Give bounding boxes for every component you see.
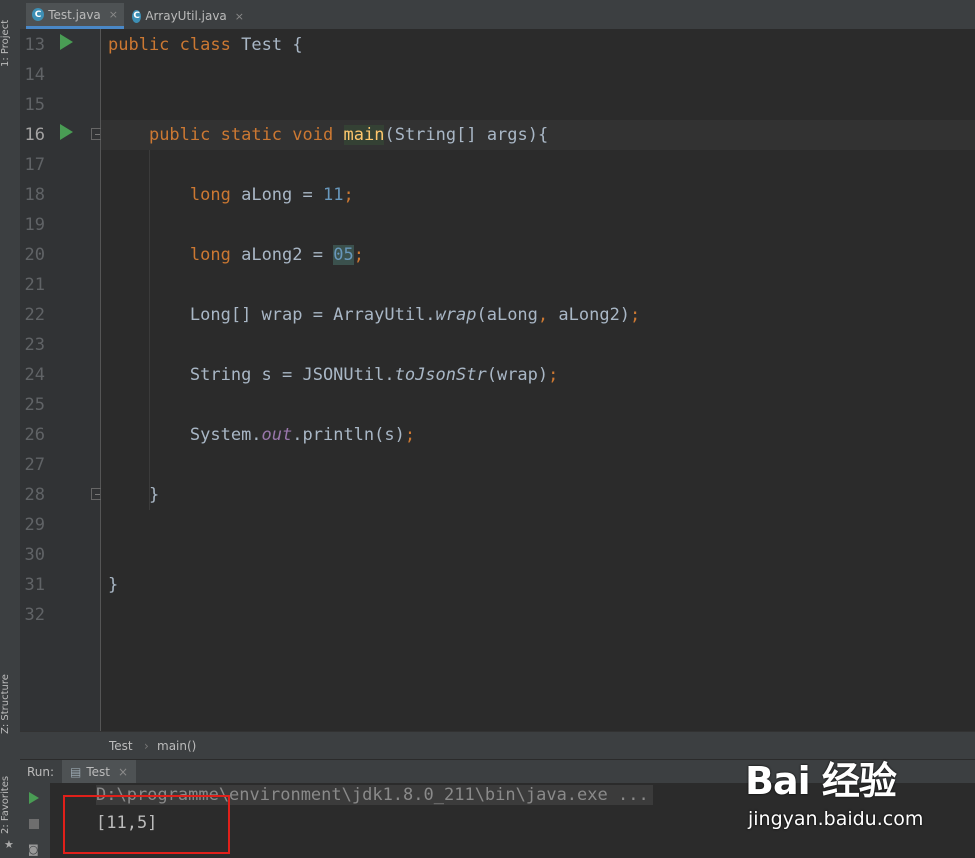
- run-main-icon[interactable]: [60, 124, 73, 140]
- code-editor[interactable]: public class Test { public static void m…: [101, 29, 975, 731]
- line-number: 30: [24, 545, 45, 565]
- line-number: 22: [24, 305, 45, 325]
- tab-test-java[interactable]: C Test.java ×: [26, 3, 124, 29]
- annotation-highlight-box: [63, 795, 230, 854]
- run-toolbar: ◙ ↑ ↓ ☰: [20, 783, 68, 858]
- code-line-18: long aLong = 11;: [189, 185, 354, 205]
- line-number: 24: [24, 365, 45, 385]
- editor-tab-bar: C Test.java × C ArrayUtil.java ×: [20, 0, 975, 30]
- code-line-24: String s = JSONUtil.toJsonStr(wrap);: [189, 365, 559, 385]
- line-number: 27: [24, 455, 45, 475]
- breadcrumb-class[interactable]: Test: [109, 732, 133, 760]
- line-number: 14: [24, 65, 45, 85]
- line-number: 18: [24, 185, 45, 205]
- line-number: 25: [24, 395, 45, 415]
- line-number: 17: [24, 155, 45, 175]
- code-line-31: }: [108, 575, 119, 595]
- line-number: 23: [24, 335, 45, 355]
- tab-label: ArrayUtil.java: [145, 9, 227, 23]
- run-class-icon[interactable]: [60, 34, 73, 50]
- stop-icon[interactable]: [29, 819, 39, 829]
- structure-tool-button[interactable]: Z: Structure: [0, 668, 20, 740]
- line-number: 32: [24, 605, 45, 625]
- run-tab-label: Test: [86, 765, 110, 779]
- line-number: 16: [24, 125, 45, 145]
- close-icon[interactable]: ×: [109, 8, 118, 21]
- line-number: 29: [24, 515, 45, 535]
- run-config-tab[interactable]: ▤ Test ×: [62, 760, 137, 784]
- run-label: Run:: [27, 765, 55, 779]
- console-icon: ▤: [70, 765, 82, 779]
- line-number: 26: [24, 425, 45, 445]
- line-number: 31: [24, 575, 45, 595]
- project-tool-button[interactable]: 1: Project: [0, 8, 20, 78]
- tab-arrayutil-java[interactable]: C ArrayUtil.java ×: [126, 3, 250, 29]
- code-line-16: public static void main(String[] args){: [148, 125, 549, 145]
- java-class-icon: C: [132, 9, 142, 23]
- tab-label: Test.java: [48, 7, 101, 22]
- java-class-icon: C: [32, 8, 45, 21]
- left-tool-strip: 1: Project Z: Structure 2: Favorites ★: [0, 0, 21, 858]
- structure-tool-label: Z: Structure: [0, 674, 11, 734]
- close-icon[interactable]: ×: [118, 765, 128, 779]
- line-number: 21: [24, 275, 45, 295]
- line-number: 28: [24, 485, 45, 505]
- star-icon[interactable]: ★: [4, 838, 14, 851]
- editor-gutter: 13 14 15 16 17 18 19 20 21 22 23 24 25 2…: [20, 29, 103, 731]
- line-number: 20: [24, 245, 45, 265]
- breadcrumb-separator: ›: [144, 739, 149, 753]
- code-line-20: long aLong2 = 05;: [189, 245, 364, 265]
- code-line-26: System.out.println(s);: [189, 425, 416, 445]
- code-line-28: }: [148, 485, 160, 505]
- project-tool-label: 1: Project: [0, 19, 11, 67]
- watermark-url: jingyan.baidu.com: [748, 808, 924, 830]
- code-line-22: Long[] wrap = ArrayUtil.wrap(aLong, aLon…: [189, 305, 641, 325]
- favorites-tool-label: 2: Favorites: [0, 775, 11, 835]
- rerun-icon[interactable]: [29, 792, 39, 804]
- breadcrumb-method[interactable]: main(): [157, 732, 196, 760]
- favorites-tool-button[interactable]: 2: Favorites: [0, 770, 20, 840]
- watermark-logo: Bai 经验: [745, 759, 897, 803]
- close-icon[interactable]: ×: [235, 10, 244, 23]
- line-number: 19: [24, 215, 45, 235]
- line-number: 15: [24, 95, 45, 115]
- code-line-13: public class Test {: [108, 35, 303, 55]
- baidu-watermark: Bai 经验 jingyan.baidu.com: [745, 750, 975, 840]
- line-number: 13: [24, 35, 45, 55]
- camera-icon[interactable]: ◙: [28, 843, 39, 856]
